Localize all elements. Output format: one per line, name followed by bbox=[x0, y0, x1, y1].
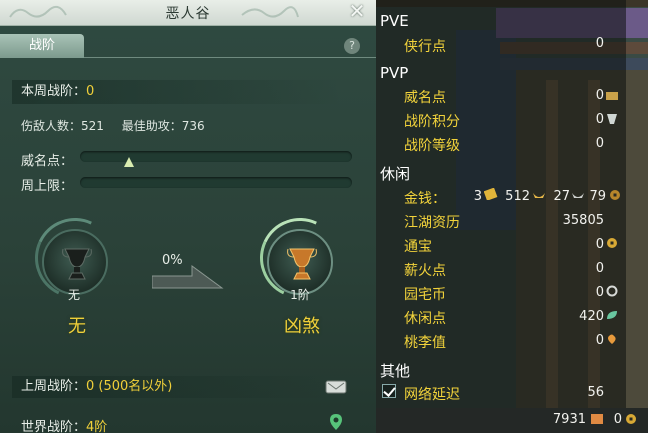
current-rank-name: 无 bbox=[68, 316, 86, 337]
war-rank-panel: 恶人谷 ✕ 战阶 ? 本周战阶：0 伤敌人数：521 最佳助攻：736 威名点：… bbox=[0, 0, 376, 433]
xiuxian-label: 休闲点 bbox=[404, 311, 446, 327]
coin-icon bbox=[626, 414, 636, 424]
taoli-value: 0 bbox=[595, 333, 604, 348]
next-rank-level: 1阶 bbox=[290, 288, 310, 302]
leisure-leaf-icon bbox=[607, 311, 617, 319]
ping-value: 56 bbox=[587, 385, 604, 400]
ranking-list-icon[interactable] bbox=[325, 379, 347, 395]
prestige-icon bbox=[606, 92, 618, 100]
world-rank-row: 世界战阶：4阶 bbox=[21, 416, 107, 433]
close-button[interactable]: ✕ bbox=[346, 1, 368, 23]
current-rank-level: 无 bbox=[67, 288, 80, 302]
dengji-label: 战阶等级 bbox=[404, 138, 460, 154]
copper-ingot-icon bbox=[572, 193, 584, 198]
combat-stats: 伤敌人数：521 最佳助攻：736 bbox=[21, 117, 219, 134]
xinhuo-value: 0 bbox=[595, 261, 604, 276]
weekly-cap-bar bbox=[80, 177, 352, 188]
bottom-currency-bar: 7931 0 bbox=[376, 408, 648, 433]
ping-label: 网络延迟 bbox=[404, 387, 460, 403]
world-rank-label: 世界战阶： bbox=[21, 420, 87, 433]
trophy-icon bbox=[287, 248, 317, 280]
jianghu-label: 江湖资历 bbox=[404, 215, 460, 231]
prestige-marker-icon bbox=[123, 157, 134, 167]
weekly-rank-value: 0 bbox=[86, 84, 95, 99]
kills-stat: 伤敌人数：521 bbox=[21, 119, 104, 133]
war-points-icon bbox=[607, 114, 617, 124]
last-week-rank-row: 上周战阶：0 (500名以外) bbox=[12, 376, 332, 398]
section-leisure: 休闲 bbox=[380, 165, 411, 183]
gold-ingot-icon bbox=[484, 188, 498, 200]
assists-stat: 最佳助攻：736 bbox=[121, 119, 205, 133]
weekly-rank-row: 本周战阶：0 bbox=[12, 80, 342, 104]
prestige-progress-bar bbox=[80, 151, 352, 162]
xiaxing-label: 侠行点 bbox=[404, 39, 446, 55]
section-other: 其他 bbox=[380, 362, 411, 380]
tab-strip: 战阶 ? bbox=[0, 34, 376, 58]
garden-coin-icon bbox=[606, 285, 618, 297]
weiming-label: 威名点 bbox=[404, 90, 446, 106]
world-rank-value: 4阶 bbox=[86, 420, 108, 433]
weiming-value: 0 bbox=[595, 88, 604, 103]
currency-a-value: 7931 bbox=[552, 412, 586, 427]
tab-war-rank[interactable]: 战阶 bbox=[0, 34, 84, 58]
progress-arrow-icon bbox=[152, 265, 224, 289]
next-rank-name: 凶煞 bbox=[284, 316, 320, 337]
tongbao-value: 0 bbox=[595, 237, 604, 252]
location-pin-icon[interactable] bbox=[330, 414, 342, 430]
gold-value: 3 bbox=[473, 189, 482, 204]
trophy-icon bbox=[62, 248, 92, 280]
money-label: 金钱： bbox=[404, 191, 446, 207]
taoli-label: 桃李值 bbox=[404, 335, 446, 351]
tongbao-coin-icon bbox=[607, 238, 617, 248]
currency-b-value: 0 bbox=[613, 412, 622, 427]
ticket-icon bbox=[591, 414, 603, 424]
last-week-rank-label: 上周战阶： bbox=[21, 379, 87, 394]
peach-icon bbox=[608, 334, 616, 344]
weekly-cap-label: 周上限： bbox=[21, 179, 74, 194]
yuanzhai-value: 0 bbox=[595, 285, 604, 300]
weekly-rank-label: 本周战阶： bbox=[21, 84, 87, 99]
xiuxian-value: 420 bbox=[579, 309, 604, 324]
last-week-rank-value: 0 (500名以外) bbox=[86, 379, 173, 394]
section-pvp: PVP bbox=[380, 64, 409, 82]
section-pve: PVE bbox=[380, 12, 409, 30]
silver-value: 512 bbox=[505, 189, 530, 204]
silver-ingot-icon bbox=[533, 193, 545, 198]
jifen-value: 0 bbox=[595, 112, 604, 127]
coin-icon bbox=[610, 190, 620, 200]
dengji-value: 0 bbox=[595, 136, 604, 151]
jianghu-value: 35805 bbox=[562, 213, 604, 228]
panel-header: 恶人谷 ✕ bbox=[0, 0, 376, 26]
tongbao-label: 通宝 bbox=[404, 239, 432, 255]
xiaxing-value: 0 bbox=[595, 36, 604, 51]
character-currency-panel: PVE 侠行点 0 PVP 威名点 0 战阶积分 0 战阶等级 0 休闲 金钱：… bbox=[376, 0, 648, 433]
xinhuo-label: 薪火点 bbox=[404, 263, 446, 279]
help-icon[interactable]: ? bbox=[344, 38, 360, 54]
coin-value: 79 bbox=[589, 189, 606, 204]
panel-title: 恶人谷 bbox=[165, 6, 211, 22]
ping-checkbox[interactable] bbox=[382, 384, 396, 398]
yuanzhai-label: 园宅币 bbox=[404, 287, 446, 303]
jifen-label: 战阶积分 bbox=[404, 114, 460, 130]
copper-value: 27 bbox=[553, 189, 570, 204]
prestige-label: 威名点： bbox=[21, 154, 74, 169]
